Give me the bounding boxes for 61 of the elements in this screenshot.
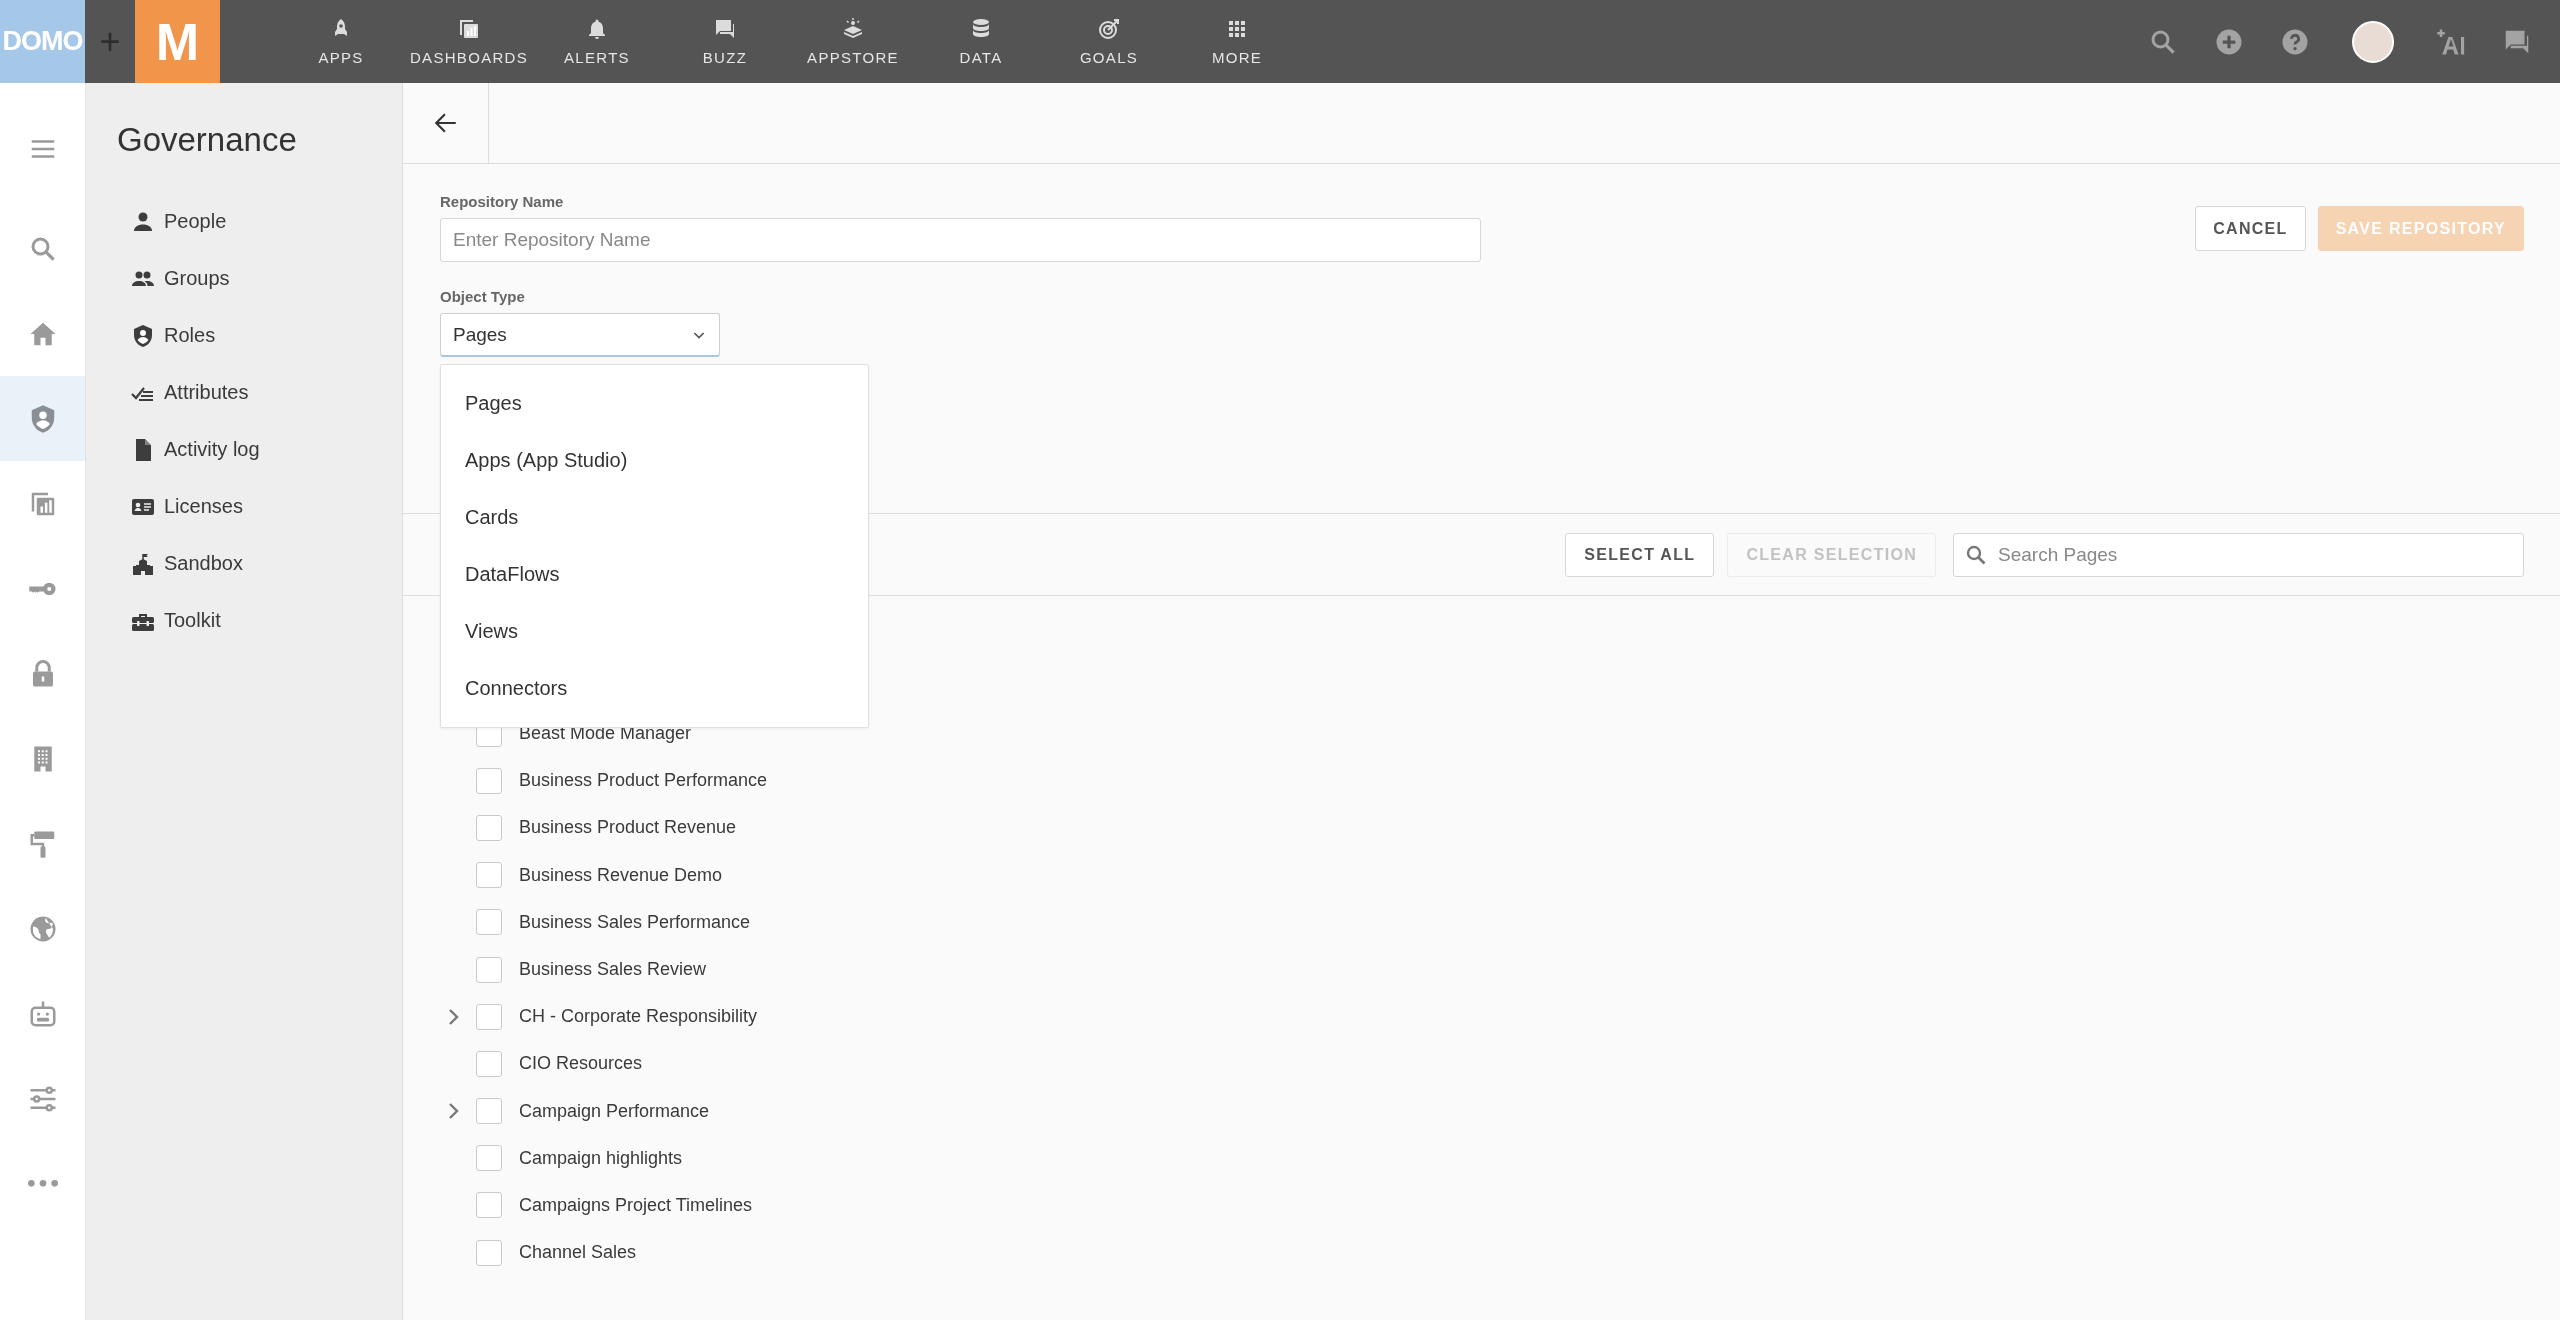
- nav-item[interactable]: APPS: [277, 0, 405, 83]
- checkbox[interactable]: [476, 814, 502, 841]
- checkbox[interactable]: [476, 862, 502, 889]
- field-label: Object Type: [440, 288, 526, 305]
- row-label: Business Product Revenue: [519, 817, 737, 839]
- rail-item[interactable]: [0, 376, 85, 461]
- dropdown-option[interactable]: DataFlows: [441, 546, 868, 603]
- field-label: Repository Name: [440, 193, 565, 210]
- repository-name-field[interactable]: Enter Repository Name: [440, 218, 1481, 262]
- checkbox[interactable]: [476, 1003, 502, 1030]
- row-label: Business Sales Review: [519, 959, 707, 981]
- chevron-right-icon[interactable]: [447, 1006, 461, 1027]
- row-label: Channel Sales: [519, 1242, 637, 1264]
- dropdown-option[interactable]: Pages: [441, 375, 868, 432]
- checkbox[interactable]: [476, 1050, 502, 1077]
- bar-chart-icon: [457, 17, 481, 41]
- row-label: Business Product Performance: [519, 770, 768, 792]
- checkbox[interactable]: [476, 1145, 502, 1172]
- sidebar-item[interactable]: Attributes: [117, 364, 402, 421]
- nav-item[interactable]: BUZZ: [661, 0, 789, 83]
- row-label: Campaign highlights: [519, 1147, 683, 1169]
- avatar[interactable]: [2352, 20, 2394, 63]
- row-label: Campaigns Project Timelines: [519, 1194, 753, 1216]
- row-label: Campaign Performance: [519, 1100, 710, 1122]
- checkbox[interactable]: [476, 1098, 502, 1125]
- cancel-button[interactable]: CANCEL: [2195, 206, 2306, 251]
- sidebar-item[interactable]: Licenses: [117, 478, 402, 535]
- row-label: Business Revenue Demo: [519, 864, 723, 886]
- row-label: Business Sales Performance: [519, 911, 751, 933]
- dropdown-option[interactable]: Connectors: [441, 660, 868, 717]
- dropdown-option[interactable]: Apps (App Studio): [441, 432, 868, 489]
- sidebar-item[interactable]: People: [117, 193, 402, 250]
- nav-item[interactable]: MORE: [1173, 0, 1301, 83]
- toolbar-button[interactable]: SELECT ALL: [1565, 532, 1715, 577]
- nav-item[interactable]: APPSTORE: [789, 0, 917, 83]
- checkbox[interactable]: [476, 767, 502, 794]
- sidebar-item[interactable]: Toolkit: [117, 592, 402, 649]
- target-icon: [1097, 17, 1121, 41]
- row-label: CH - Corporate Responsibility: [519, 1006, 758, 1028]
- object-type-dropdown[interactable]: Pages: [440, 313, 720, 357]
- checkbox[interactable]: [476, 956, 502, 983]
- row-label: CIO Resources: [519, 1053, 643, 1075]
- nav-item[interactable]: DATA: [917, 0, 1045, 83]
- sidebar-item[interactable]: Roles: [117, 307, 402, 364]
- store-icon: [841, 17, 865, 41]
- more-icon: [27, 1180, 58, 1187]
- nav-item[interactable]: GOALS: [1045, 0, 1173, 83]
- search-field[interactable]: Search Pages: [1953, 532, 2524, 577]
- checkbox[interactable]: [476, 909, 502, 936]
- sidebar-item[interactable]: Groups: [117, 250, 402, 307]
- sidebar-item[interactable]: Sandbox: [117, 535, 402, 592]
- castle-icon: [131, 551, 155, 576]
- dropdown-option[interactable]: Views: [441, 603, 868, 660]
- dropdown-option[interactable]: Cards: [441, 489, 868, 546]
- nav-item[interactable]: ALERTS: [533, 0, 661, 83]
- checkbox[interactable]: [476, 1192, 502, 1219]
- sidebar-title: Governance: [117, 121, 298, 159]
- sidebar-item[interactable]: Activity log: [117, 421, 402, 478]
- nav-item[interactable]: DASHBOARDS: [405, 0, 533, 83]
- checkbox[interactable]: [476, 1239, 502, 1266]
- shield-icon: [131, 323, 155, 348]
